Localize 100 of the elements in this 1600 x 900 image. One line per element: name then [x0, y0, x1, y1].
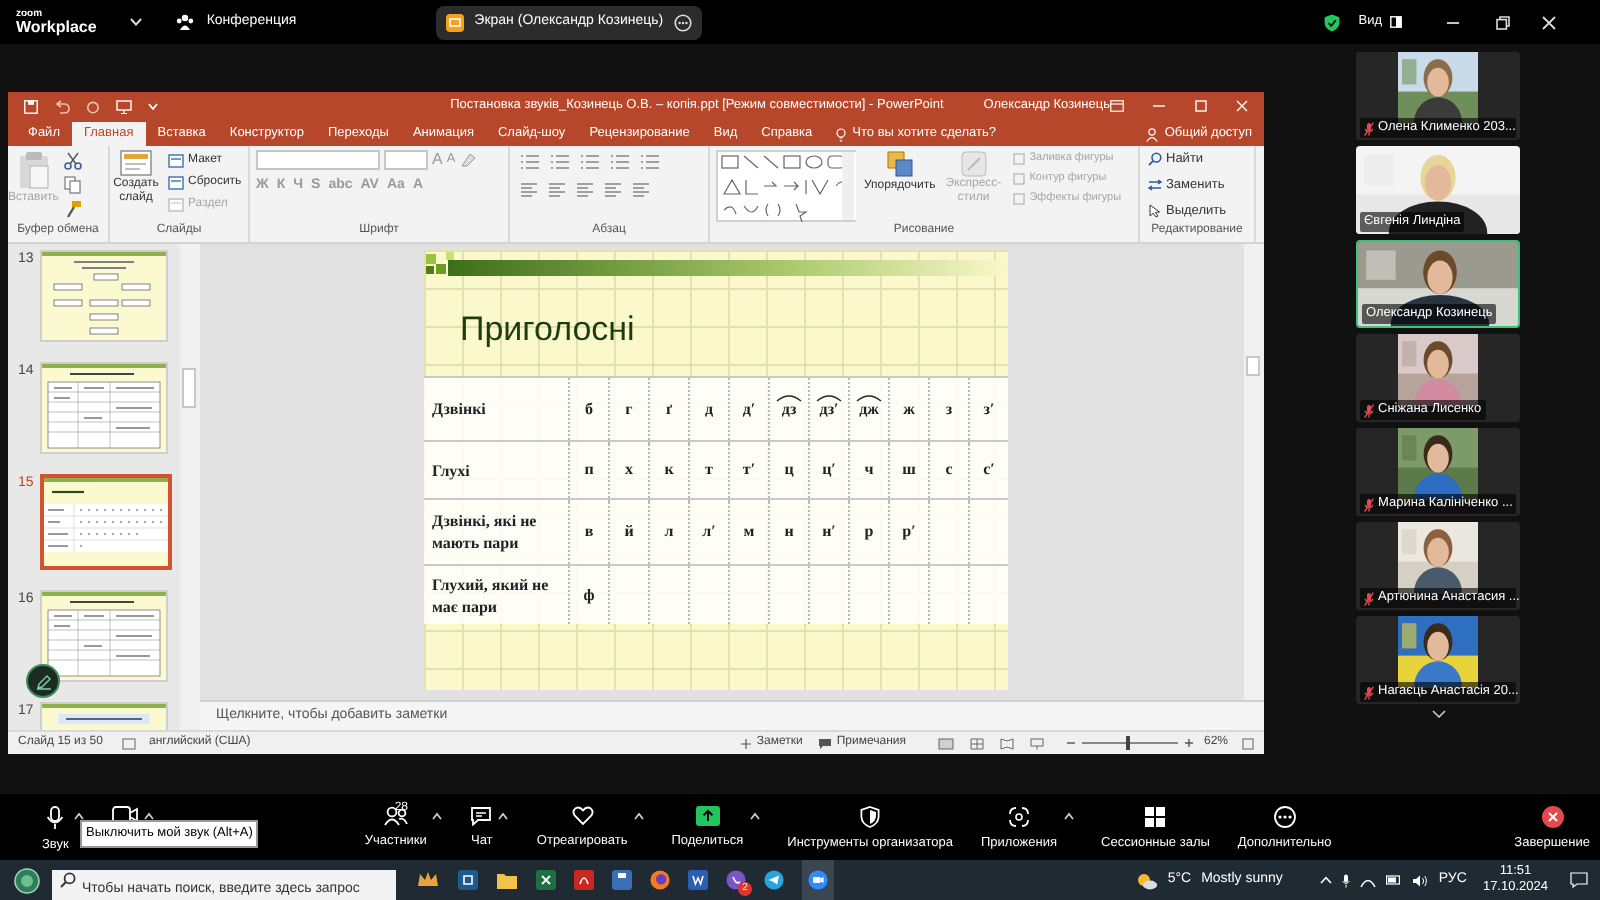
chevron-up-icon[interactable] [1320, 876, 1333, 884]
row-header: Дзвінкі, які не мають пари [432, 510, 539, 554]
muted-mic-icon [1364, 685, 1374, 700]
zoom-slider-thumb[interactable] [1125, 736, 1130, 750]
row-header: Глухий, який не має пари [432, 573, 551, 617]
spreadsheet-icon[interactable] [536, 870, 556, 890]
table-cell: з [945, 397, 953, 421]
scissors-icon[interactable] [64, 152, 83, 170]
table-cell: в [584, 520, 594, 544]
table-cell: ф [583, 583, 595, 607]
muted-mic-icon [1364, 121, 1374, 136]
search-icon [1148, 152, 1162, 167]
arrange-icon [885, 150, 914, 178]
table-cell: д [704, 397, 714, 421]
panel-icon [1390, 16, 1402, 28]
notes-icon [740, 737, 753, 749]
comment-icon [818, 737, 833, 749]
pencil-icon [35, 673, 51, 689]
chat-icon [470, 806, 493, 826]
video-app-icon[interactable] [808, 870, 828, 890]
table-cell: ж [903, 397, 915, 421]
crown-icon[interactable] [416, 870, 440, 890]
muted-mic-icon [1364, 497, 1374, 512]
save-icon[interactable] [24, 99, 38, 113]
sorter-view-icon[interactable] [969, 737, 984, 749]
caret-icon[interactable] [633, 812, 644, 820]
table-cell: л [664, 520, 674, 544]
table-cell: ч [864, 458, 874, 482]
table-cell: р [864, 520, 874, 544]
row-header: Глухі [432, 459, 470, 481]
copy-icon[interactable] [64, 176, 83, 194]
apps-icon [1008, 806, 1030, 828]
table-cell: б [585, 397, 593, 421]
zoom-out-icon[interactable] [1065, 738, 1076, 748]
microphone-icon[interactable] [1342, 873, 1351, 887]
slide-title: Приголосні [460, 310, 635, 348]
screen-icon [446, 13, 465, 31]
caret-icon[interactable] [1063, 812, 1074, 820]
table-cell: с [945, 458, 953, 482]
table-cell: м [743, 520, 755, 544]
chevron-down-icon[interactable] [1431, 710, 1445, 718]
ribbon-display-icon[interactable] [1110, 100, 1124, 112]
shapes-gallery-drawing[interactable] [716, 150, 856, 222]
table-cell: с′ [983, 458, 995, 482]
table-cell: ш [902, 458, 916, 482]
caret-icon[interactable] [498, 812, 509, 820]
font-name-field[interactable] [256, 150, 380, 170]
slideshow-icon[interactable] [1029, 737, 1044, 749]
undo-icon[interactable] [54, 99, 70, 113]
caret-icon[interactable] [749, 812, 760, 820]
browser-icon[interactable] [650, 870, 670, 890]
speaker-icon[interactable] [1412, 873, 1429, 887]
close-icon[interactable] [1542, 15, 1556, 29]
table-cell: р′ [902, 520, 916, 544]
clear-format-icon[interactable] [459, 152, 476, 168]
shield-check-icon [1324, 13, 1341, 31]
table-cell: г [625, 397, 633, 421]
cursor-icon [1148, 203, 1162, 218]
reading-view-icon[interactable] [999, 737, 1014, 749]
brush-icon[interactable] [64, 200, 83, 218]
pdf-icon[interactable] [574, 870, 594, 890]
table-cell: ц [784, 458, 794, 482]
table-cell: дж [859, 397, 879, 421]
microphone-icon [46, 806, 65, 830]
end-icon [1541, 806, 1564, 828]
restore-icon[interactable] [1496, 15, 1510, 29]
folder-icon[interactable] [496, 871, 518, 889]
table-cell: й [624, 520, 634, 544]
battery-icon[interactable] [1386, 874, 1403, 886]
app-icon[interactable] [458, 870, 478, 890]
more-icon[interactable] [673, 13, 692, 31]
caret-icon[interactable] [144, 812, 155, 820]
table-cell: дз′ [819, 397, 839, 421]
heart-icon [571, 806, 594, 826]
muted-mic-icon [1364, 591, 1374, 606]
notification-icon[interactable] [1570, 872, 1588, 888]
zoom-in-icon[interactable] [1183, 738, 1194, 748]
chat-bubble-icon[interactable] [726, 870, 746, 890]
table-cell: т′ [742, 458, 756, 482]
caret-icon[interactable] [432, 812, 443, 820]
row-header: Дзвінкі [432, 398, 486, 420]
people-icon [383, 806, 408, 826]
caret-icon[interactable] [74, 812, 85, 820]
table-cell: н′ [822, 520, 836, 544]
maximize-icon[interactable] [1194, 100, 1208, 112]
paper-plane-icon[interactable] [764, 870, 784, 890]
document-icon[interactable] [688, 870, 708, 890]
chevron-down-icon[interactable] [130, 18, 143, 26]
replace-icon [1148, 178, 1162, 193]
person-icon [1146, 127, 1159, 141]
table-cell: х [625, 458, 633, 482]
table-cell: л′ [702, 520, 716, 544]
font-size-field[interactable] [384, 150, 428, 170]
share-screen-icon [695, 806, 720, 826]
lightbulb-icon [836, 127, 847, 141]
weather-icon[interactable] [1135, 871, 1158, 889]
muted-mic-icon [1364, 403, 1374, 418]
start-icon[interactable] [13, 867, 39, 893]
table-cell: ґ [665, 397, 673, 421]
shield-icon [860, 806, 881, 828]
